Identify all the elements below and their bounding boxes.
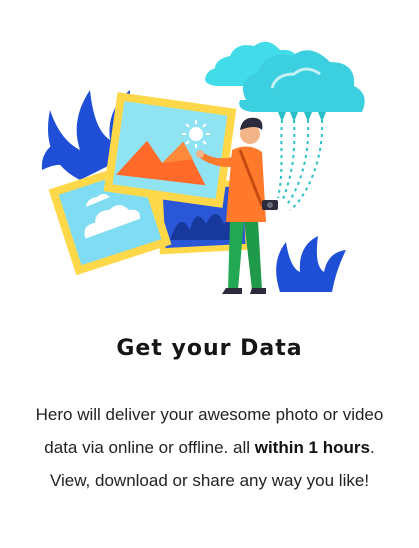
cloud-icon [205,41,365,112]
feature-title: Get your Data [116,336,303,361]
description-highlight: within 1 hours [254,438,370,457]
upload-arrows-icon [277,119,324,211]
feature-card: Get your Data Hero will deliver your awe… [0,0,419,548]
leaf-icon [276,236,346,292]
cloud-upload-illustration-icon [41,41,365,294]
photo-mountain-icon [103,92,237,208]
illustration [40,30,380,300]
feature-description: Hero will deliver your awesome photo or … [30,398,389,497]
